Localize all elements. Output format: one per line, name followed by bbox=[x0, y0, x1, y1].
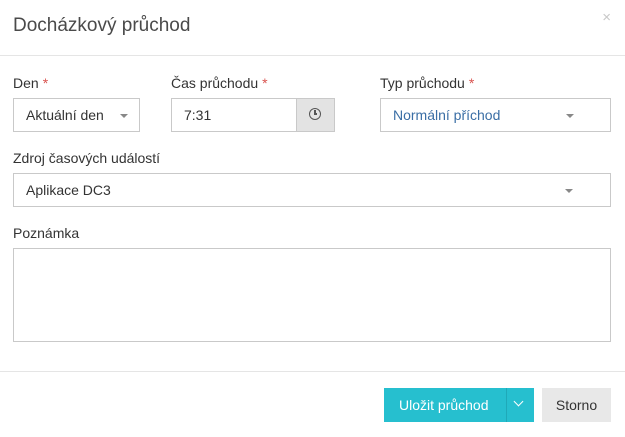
clock-icon bbox=[309, 108, 321, 120]
chevron-down-icon bbox=[565, 189, 573, 193]
required-mark: * bbox=[468, 75, 475, 91]
typ-label-text: Typ průchodu bbox=[380, 75, 465, 91]
zdroj-label: Zdroj časových událostí bbox=[13, 150, 161, 166]
den-label-text: Den bbox=[13, 75, 39, 91]
zdroj-value: Aplikace DC3 bbox=[26, 182, 111, 198]
cancel-button[interactable]: Storno bbox=[542, 388, 611, 422]
dialog-title: Docházkový průchod bbox=[13, 15, 191, 36]
chevron-down-icon[interactable] bbox=[513, 396, 524, 407]
save-button-label: Uložit průchod bbox=[399, 397, 489, 413]
typ-label: Typ průchodu * bbox=[380, 75, 474, 91]
den-label: Den * bbox=[13, 75, 48, 91]
required-mark: * bbox=[42, 75, 49, 91]
required-mark: * bbox=[262, 75, 268, 91]
close-icon[interactable]: × bbox=[602, 10, 611, 26]
split-divider bbox=[506, 388, 507, 422]
time-picker-button[interactable] bbox=[296, 98, 335, 132]
cas-label: Čas průchodu * bbox=[171, 75, 268, 91]
cas-label-text: Čas průchodu bbox=[171, 75, 259, 91]
poznamka-label: Poznámka bbox=[13, 225, 80, 241]
dialog-header: Docházkový průchod × bbox=[0, 0, 625, 56]
typ-select[interactable]: Normální příchod bbox=[380, 98, 611, 132]
typ-value: Normální příchod bbox=[393, 107, 501, 123]
footer-divider bbox=[0, 371, 625, 372]
attendance-dialog: Docházkový průchod × Den * Aktuální den Č… bbox=[0, 0, 625, 437]
chevron-down-icon bbox=[120, 114, 128, 118]
cas-input[interactable]: 7:31 bbox=[171, 98, 297, 132]
cas-value: 7:31 bbox=[184, 107, 212, 123]
zdroj-select[interactable]: Aplikace DC3 bbox=[13, 173, 611, 207]
den-select[interactable]: Aktuální den bbox=[13, 98, 140, 132]
den-value: Aktuální den bbox=[26, 107, 104, 123]
save-button[interactable]: Uložit průchod bbox=[384, 388, 534, 422]
chevron-down-icon bbox=[566, 114, 574, 118]
poznamka-textarea[interactable] bbox=[13, 248, 611, 342]
